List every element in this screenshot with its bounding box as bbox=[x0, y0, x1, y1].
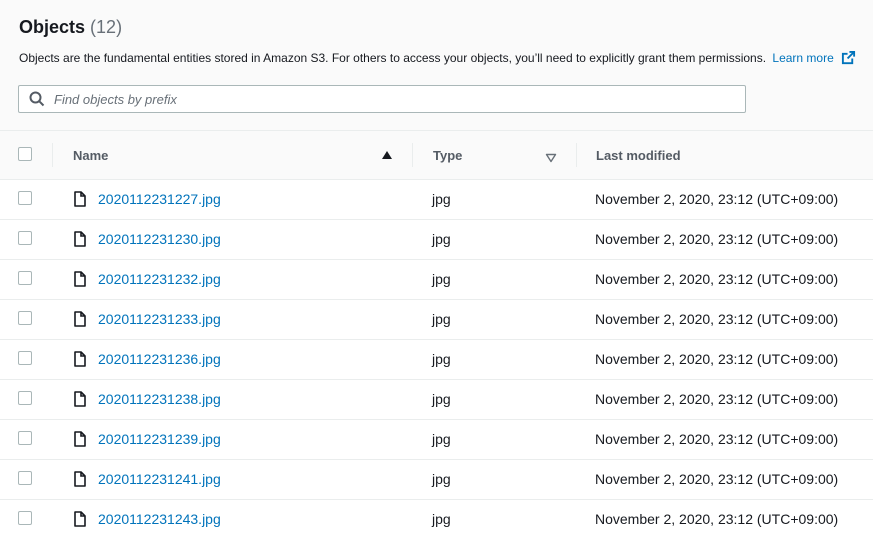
page-title-text: Objects bbox=[19, 17, 86, 37]
column-header-type-label: Type bbox=[433, 147, 463, 163]
row-checkbox[interactable] bbox=[18, 311, 32, 325]
table-row: 2020112231243.jpg jpg November 2, 2020, … bbox=[0, 500, 873, 537]
objects-table-body: 2020112231227.jpg jpg November 2, 2020, … bbox=[0, 180, 873, 537]
object-type: jpg bbox=[432, 391, 451, 407]
row-checkbox[interactable] bbox=[18, 391, 32, 405]
column-divider[interactable] bbox=[52, 143, 53, 167]
row-checkbox[interactable] bbox=[18, 351, 32, 365]
object-type: jpg bbox=[432, 311, 451, 327]
table-row: 2020112231241.jpg jpg November 2, 2020, … bbox=[0, 460, 873, 500]
object-type: jpg bbox=[432, 271, 451, 287]
search-input[interactable] bbox=[54, 91, 694, 107]
object-last-modified: November 2, 2020, 23:12 (UTC+09:00) bbox=[595, 431, 839, 447]
row-checkbox[interactable] bbox=[18, 191, 32, 205]
row-checkbox[interactable] bbox=[18, 231, 32, 245]
table-header: Name Type Last modified bbox=[0, 130, 873, 180]
file-icon bbox=[74, 391, 86, 407]
object-name-link[interactable]: 2020112231232.jpg bbox=[98, 271, 221, 287]
object-type: jpg bbox=[432, 351, 451, 367]
row-checkbox[interactable] bbox=[18, 271, 32, 285]
column-divider[interactable] bbox=[576, 143, 577, 167]
select-all-checkbox[interactable] bbox=[18, 147, 32, 161]
object-name-link[interactable]: 2020112231239.jpg bbox=[98, 431, 221, 447]
object-last-modified: November 2, 2020, 23:12 (UTC+09:00) bbox=[595, 511, 839, 527]
object-type: jpg bbox=[432, 511, 451, 527]
object-last-modified: November 2, 2020, 23:12 (UTC+09:00) bbox=[595, 311, 839, 327]
object-last-modified: November 2, 2020, 23:12 (UTC+09:00) bbox=[595, 471, 839, 487]
file-icon bbox=[74, 231, 86, 247]
object-type: jpg bbox=[432, 471, 451, 487]
object-last-modified: November 2, 2020, 23:12 (UTC+09:00) bbox=[595, 351, 839, 367]
object-type: jpg bbox=[432, 231, 451, 247]
external-link-icon[interactable] bbox=[841, 50, 856, 68]
table-row: 2020112231238.jpg jpg November 2, 2020, … bbox=[0, 380, 873, 420]
file-icon bbox=[74, 191, 86, 207]
row-checkbox[interactable] bbox=[18, 511, 32, 525]
object-last-modified: November 2, 2020, 23:12 (UTC+09:00) bbox=[595, 191, 839, 207]
table-row: 2020112231232.jpg jpg November 2, 2020, … bbox=[0, 260, 873, 300]
column-header-type[interactable]: Type bbox=[433, 131, 462, 179]
file-icon bbox=[74, 511, 86, 527]
object-name-link[interactable]: 2020112231227.jpg bbox=[98, 191, 221, 207]
object-count: (12) bbox=[90, 17, 123, 37]
object-name-link[interactable]: 2020112231238.jpg bbox=[98, 391, 221, 407]
page-title: Objects (12) bbox=[19, 17, 122, 38]
row-checkbox[interactable] bbox=[18, 471, 32, 485]
search-icon bbox=[29, 91, 45, 107]
file-icon bbox=[74, 271, 86, 287]
object-last-modified: November 2, 2020, 23:12 (UTC+09:00) bbox=[595, 271, 839, 287]
column-header-name-label: Name bbox=[73, 147, 109, 163]
file-icon bbox=[74, 311, 86, 327]
sort-ascending-icon[interactable] bbox=[382, 151, 392, 159]
object-name-link[interactable]: 2020112231230.jpg bbox=[98, 231, 221, 247]
objects-header: Objects (12) Objects are the fundamental… bbox=[0, 0, 873, 130]
object-name-link[interactable]: 2020112231233.jpg bbox=[98, 311, 221, 327]
column-header-last-modified[interactable]: Last modified bbox=[596, 131, 681, 179]
file-icon bbox=[74, 471, 86, 487]
file-icon bbox=[74, 431, 86, 447]
sort-none-icon[interactable] bbox=[545, 150, 557, 163]
object-name-link[interactable]: 2020112231243.jpg bbox=[98, 511, 221, 527]
column-divider[interactable] bbox=[412, 143, 413, 167]
object-last-modified: November 2, 2020, 23:12 (UTC+09:00) bbox=[595, 391, 839, 407]
objects-description: Objects are the fundamental entities sto… bbox=[19, 50, 856, 68]
file-icon bbox=[74, 351, 86, 367]
search-box[interactable] bbox=[18, 85, 746, 113]
row-checkbox[interactable] bbox=[18, 431, 32, 445]
object-type: jpg bbox=[432, 191, 451, 207]
description-text: Objects are the fundamental entities sto… bbox=[19, 51, 767, 65]
object-last-modified: November 2, 2020, 23:12 (UTC+09:00) bbox=[595, 231, 839, 247]
object-name-link[interactable]: 2020112231241.jpg bbox=[98, 471, 221, 487]
column-header-last-modified-label: Last modified bbox=[596, 147, 681, 163]
table-row: 2020112231227.jpg jpg November 2, 2020, … bbox=[0, 180, 873, 220]
table-row: 2020112231236.jpg jpg November 2, 2020, … bbox=[0, 340, 873, 380]
learn-more-link[interactable]: Learn more bbox=[772, 51, 833, 65]
object-name-link[interactable]: 2020112231236.jpg bbox=[98, 351, 221, 367]
table-row: 2020112231239.jpg jpg November 2, 2020, … bbox=[0, 420, 873, 460]
table-row: 2020112231233.jpg jpg November 2, 2020, … bbox=[0, 300, 873, 340]
object-type: jpg bbox=[432, 431, 451, 447]
column-header-name[interactable]: Name bbox=[73, 131, 108, 179]
table-row: 2020112231230.jpg jpg November 2, 2020, … bbox=[0, 220, 873, 260]
